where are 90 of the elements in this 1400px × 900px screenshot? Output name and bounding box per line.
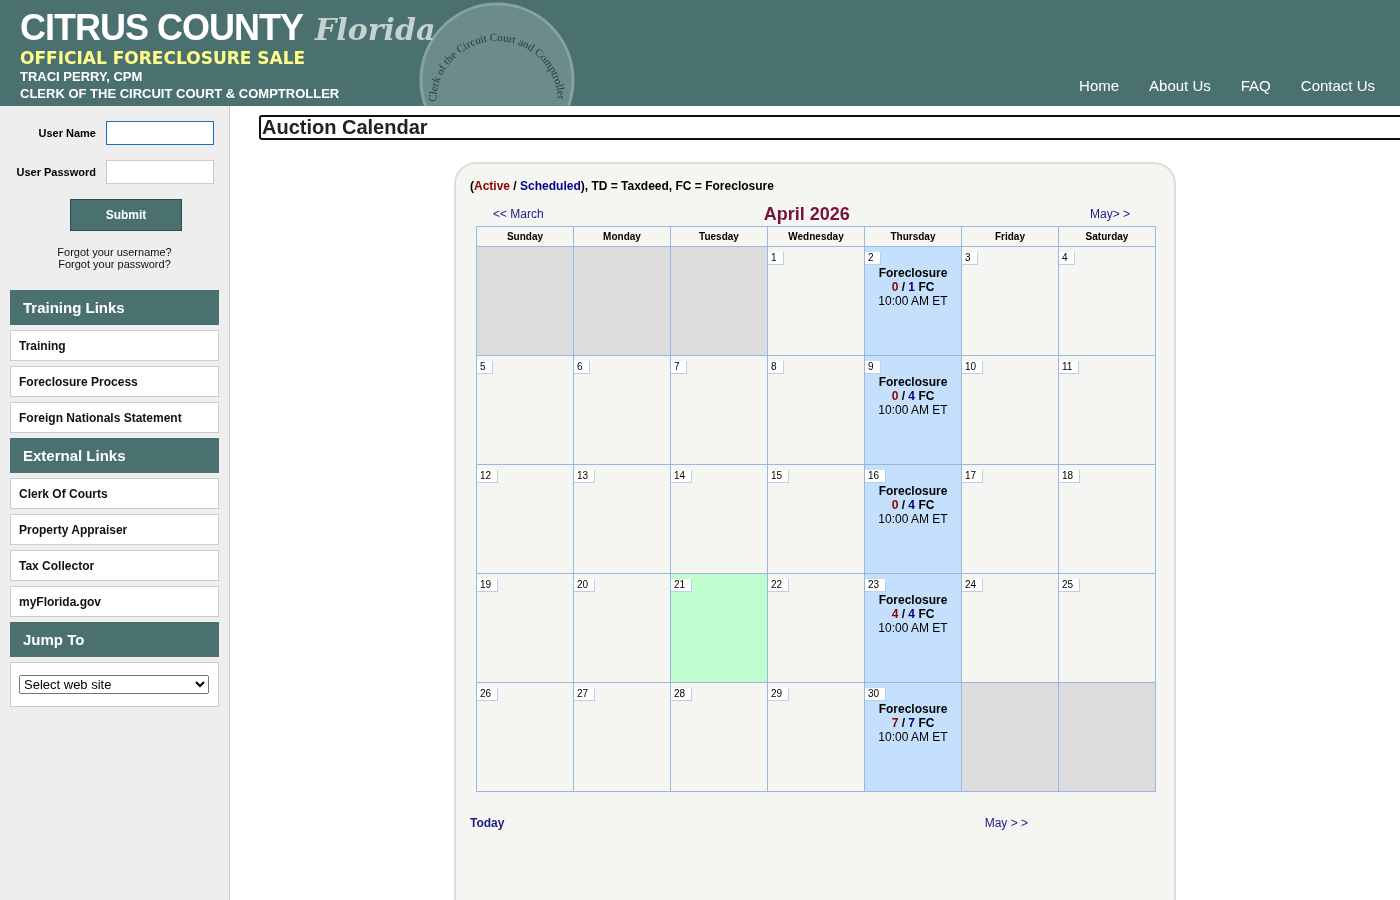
forgot-password-link[interactable]: Forgot your password? (58, 258, 171, 270)
field-label: User Password (16, 166, 96, 178)
weekday-header: Monday (573, 226, 671, 247)
day-number: 7 (671, 361, 687, 374)
nav-link[interactable]: Home (1079, 77, 1120, 94)
submit-button[interactable]: Submit (70, 199, 182, 231)
sidebar-link[interactable]: myFlorida.gov (10, 586, 219, 617)
sidebar-link[interactable]: Foreign Nationals Statement (10, 402, 219, 433)
page-title: Auction Calendar (259, 115, 1400, 140)
auction-time: 10:00 AM ET (877, 730, 949, 744)
day-number: 14 (671, 470, 693, 483)
auction-type: Foreclosure (877, 375, 949, 389)
day-number: 19 (477, 579, 499, 592)
day-number: 28 (671, 688, 693, 701)
auction-time: 10:00 AM ET (877, 294, 949, 308)
nav-link[interactable]: About Us (1149, 77, 1211, 94)
auction-day-cell[interactable]: 16 Foreclosure 0 / 4 FC 10:00 AM ET (864, 464, 962, 574)
day-number: 6 (574, 361, 590, 374)
day-number: 23 (865, 579, 887, 592)
username-field[interactable] (106, 121, 214, 145)
auction-count: 4 / 4 FC (890, 607, 936, 621)
field-label: User Name (38, 127, 96, 139)
day-number: 20 (574, 579, 596, 592)
weekday-header: Sunday (476, 226, 574, 247)
forgot-username-link[interactable]: Forgot your username? (57, 246, 172, 258)
auction-type: Foreclosure (877, 484, 949, 498)
site-subtitle: OFFICIAL FORECLOSURE SALE (20, 48, 306, 68)
previous-month-link[interactable]: << March (493, 207, 544, 221)
sidebar-link[interactable]: Clerk Of Courts (10, 478, 219, 509)
auction-count: 0 / 4 FC (890, 498, 936, 512)
day-number: 13 (574, 470, 596, 483)
nav-link[interactable]: Contact Us (1300, 77, 1375, 94)
day-number: 12 (477, 470, 499, 483)
section-heading: Training Links (10, 290, 219, 325)
day-number: 25 (1059, 579, 1081, 592)
clerk-name: TRACI PERRY, CPM (20, 68, 143, 85)
website-select[interactable]: Select web site (19, 675, 209, 694)
auction-count: 0 / 4 FC (890, 389, 936, 403)
sidebar-link[interactable]: Foreclosure Process (10, 366, 219, 397)
day-number: 15 (768, 470, 790, 483)
auction-time: 10:00 AM ET (877, 621, 949, 635)
day-number: 4 (1059, 252, 1075, 265)
legend-text: (Active / Scheduled), TD = Taxdeed, FC = Foreclosure (470, 179, 775, 193)
day-number: 10 (962, 361, 984, 374)
auction-count: 0 / 1 FC (890, 280, 936, 294)
day-number: 21 (671, 579, 693, 592)
section-heading: External Links (10, 438, 219, 473)
day-number: 8 (768, 361, 784, 374)
day-number: 17 (962, 470, 984, 483)
day-number: 1 (768, 252, 784, 265)
next-month-link[interactable]: May > > (984, 816, 1028, 830)
auction-day-cell[interactable]: 30 Foreclosure 7 / 7 FC 10:00 AM ET (864, 682, 962, 792)
day-number: 22 (768, 579, 790, 592)
day-number: 5 (477, 361, 493, 374)
day-number: 3 (962, 252, 978, 265)
weekday-header: Thursday (864, 226, 962, 247)
site-title: CITRUS COUNTY (20, 8, 303, 48)
day-number: 16 (865, 470, 887, 483)
sidebar-link[interactable]: Training (10, 330, 219, 361)
auction-day-cell[interactable]: 9 Foreclosure 0 / 4 FC 10:00 AM ET (864, 355, 962, 465)
next-month-link[interactable]: May> > (1089, 207, 1130, 221)
day-number: 18 (1059, 470, 1081, 483)
weekday-header: Tuesday (670, 226, 768, 247)
weekday-header: Friday (961, 226, 1059, 247)
nav-link[interactable]: FAQ (1240, 77, 1271, 94)
auction-time: 10:00 AM ET (877, 403, 949, 417)
auction-day-cell[interactable]: 2 Foreclosure 0 / 1 FC 10:00 AM ET (864, 246, 962, 356)
day-number: 27 (574, 688, 596, 701)
today-link[interactable]: Today (470, 816, 505, 830)
password-field[interactable] (106, 160, 214, 184)
day-number: 30 (865, 688, 887, 701)
day-number: 11 (1059, 361, 1080, 374)
auction-count: 7 / 7 FC (890, 716, 936, 730)
day-number: 26 (477, 688, 499, 701)
day-number: 29 (768, 688, 790, 701)
day-number: 9 (865, 361, 881, 374)
sidebar-link[interactable]: Property Appraiser (10, 514, 219, 545)
auction-type: Foreclosure (877, 266, 949, 280)
weekday-header: Saturday (1058, 226, 1156, 247)
auction-type: Foreclosure (877, 702, 949, 716)
auction-day-cell[interactable]: 23 Foreclosure 4 / 4 FC 10:00 AM ET (864, 573, 962, 683)
auction-type: Foreclosure (877, 593, 949, 607)
day-number: 24 (962, 579, 984, 592)
auction-time: 10:00 AM ET (877, 512, 949, 526)
month-title: April 2026 (762, 204, 851, 225)
sidebar-link[interactable]: Tax Collector (10, 550, 219, 581)
office-title: CLERK OF THE CIRCUIT COURT & COMPTROLLER (20, 85, 340, 102)
section-heading: Jump To (10, 622, 219, 657)
day-number: 2 (865, 252, 881, 265)
weekday-header: Wednesday (767, 226, 865, 247)
